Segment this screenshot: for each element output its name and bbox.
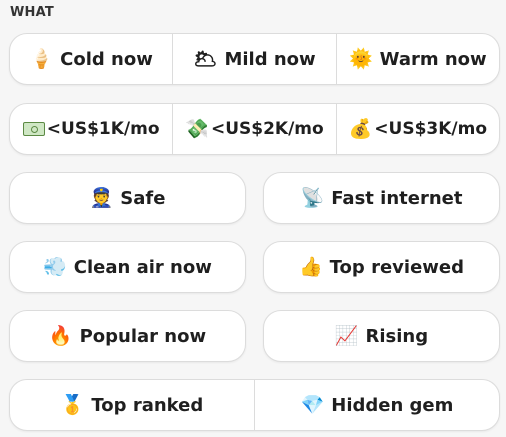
sun-icon: 🌞 [348, 47, 373, 70]
section-label-what: WHAT [10, 5, 54, 20]
top-ranked-button[interactable]: 🥇 Top ranked [10, 380, 255, 430]
clean-air-button[interactable]: 💨 Clean air now [9, 241, 246, 293]
warm-now-label: Warm now [379, 48, 487, 70]
chart-up-icon: 📈 [334, 324, 359, 347]
air-reviews-row: 💨 Clean air now 👍 Top reviewed [9, 241, 500, 293]
satellite-dish-icon: 📡 [300, 186, 325, 209]
mild-now-button[interactable]: 🌥 Mild now [173, 34, 337, 84]
safe-button[interactable]: 👮 Safe [9, 172, 246, 224]
hidden-gem-button[interactable]: 💎 Hidden gem [255, 380, 499, 430]
fire-icon: 🔥 [48, 324, 73, 347]
medal-icon: 🥇 [60, 393, 85, 416]
gem-icon: 💎 [300, 393, 325, 416]
cost-filter-group: <US$1K/mo 💸 <US$2K/mo 💰 <US$3K/mo [9, 103, 500, 155]
under-2k-button[interactable]: 💸 <US$2K/mo [173, 104, 337, 154]
under-1k-button[interactable]: <US$1K/mo [10, 104, 174, 154]
cloud-sun-icon: 🌥 [193, 47, 218, 70]
fast-internet-button[interactable]: 📡 Fast internet [263, 172, 500, 224]
popular-rising-row: 🔥 Popular now 📈 Rising [9, 310, 500, 362]
rising-button[interactable]: 📈 Rising [263, 310, 500, 362]
safe-label: Safe [120, 187, 166, 209]
rank-gem-group: 🥇 Top ranked 💎 Hidden gem [9, 379, 500, 431]
warm-now-button[interactable]: 🌞 Warm now [337, 34, 499, 84]
ice-cream-icon: 🍦 [29, 47, 54, 70]
top-ranked-label: Top ranked [91, 394, 204, 416]
wind-icon: 💨 [43, 255, 67, 278]
safety-internet-row: 👮 Safe 📡 Fast internet [9, 172, 500, 224]
thumbs-up-icon: 👍 [299, 255, 323, 278]
popular-now-label: Popular now [79, 325, 207, 347]
popular-now-button[interactable]: 🔥 Popular now [9, 310, 246, 362]
rising-label: Rising [365, 325, 429, 347]
under-3k-label: <US$3K/mo [374, 119, 488, 139]
under-2k-label: <US$2K/mo [210, 119, 324, 139]
hidden-gem-label: Hidden gem [331, 394, 454, 416]
mild-now-label: Mild now [224, 48, 316, 70]
under-1k-label: <US$1K/mo [46, 119, 160, 139]
top-reviewed-button[interactable]: 👍 Top reviewed [263, 241, 500, 293]
weather-filter-group: 🍦 Cold now 🌥 Mild now 🌞 Warm now [9, 33, 500, 85]
under-3k-button[interactable]: 💰 <US$3K/mo [337, 104, 499, 154]
cold-now-label: Cold now [60, 48, 153, 70]
clean-air-label: Clean air now [73, 256, 212, 278]
top-reviewed-label: Top reviewed [329, 256, 464, 278]
fast-internet-label: Fast internet [331, 187, 463, 209]
money-bag-icon: 💰 [348, 117, 373, 140]
banknote-icon [22, 122, 45, 136]
police-officer-icon: 👮 [89, 186, 114, 209]
money-wings-icon: 💸 [185, 117, 209, 140]
cold-now-button[interactable]: 🍦 Cold now [10, 34, 174, 84]
